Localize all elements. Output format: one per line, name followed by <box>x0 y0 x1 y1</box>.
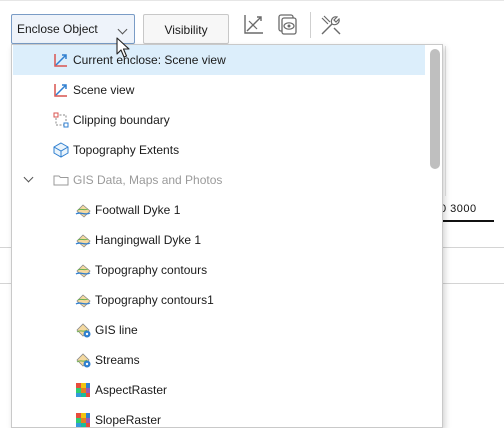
menu-item-label: Topography contours1 <box>95 293 214 307</box>
settings-tools-icon[interactable] <box>318 12 344 41</box>
clipping-boundary-icon <box>53 112 69 128</box>
view-filter-icon[interactable] <box>274 12 300 41</box>
gis-lines-icon <box>75 292 91 308</box>
menu-item-topography-extents[interactable]: Topography Extents <box>13 135 425 165</box>
menu-item-aspect-raster[interactable]: AspectRaster <box>13 375 425 405</box>
folder-icon <box>53 172 69 188</box>
visibility-label: Visibility <box>164 23 208 37</box>
topography-cube-icon <box>53 142 69 158</box>
menu-item-label: Scene view <box>73 83 135 97</box>
gis-lines-icon <box>75 232 91 248</box>
menu-item-current-enclose[interactable]: Current enclose: Scene view <box>13 45 425 75</box>
enclose-arrow-icon <box>53 52 69 68</box>
enclose-arrow-icon <box>53 82 69 98</box>
menu-item-label: Current enclose: Scene view <box>73 53 226 67</box>
chevron-down-icon[interactable] <box>23 172 34 183</box>
menu-item-topography-contours1[interactable]: Topography contours1 <box>13 285 425 315</box>
menu-item-gis-data-folder[interactable]: GIS Data, Maps and Photos <box>13 165 425 195</box>
enclose-object-label: Enclose Object <box>17 22 98 36</box>
menu-item-footwall-dyke-1[interactable]: Footwall Dyke 1 <box>13 195 425 225</box>
menu-item-topography-contours[interactable]: Topography contours <box>13 255 425 285</box>
menu-item-label: Topography Extents <box>73 143 180 157</box>
menu-item-label: AspectRaster <box>95 383 168 397</box>
menu-item-label: Streams <box>95 353 140 367</box>
menu-item-label: SlopeRaster <box>95 413 162 427</box>
scale-bar-label: 0 3000 <box>440 203 477 215</box>
menu-item-slope-raster[interactable]: SlopeRaster <box>13 405 425 427</box>
menu-item-label: Footwall Dyke 1 <box>95 203 181 217</box>
menu-item-hangingwall-dyke-1[interactable]: Hangingwall Dyke 1 <box>13 225 425 255</box>
menu-item-label: Topography contours <box>95 263 208 277</box>
menu-item-label: GIS line <box>95 323 138 337</box>
toolbar-separator <box>310 12 311 38</box>
gis-line-icon <box>75 352 91 368</box>
axes-tool-icon[interactable] <box>240 12 266 41</box>
toolbar-top-rule <box>0 0 504 1</box>
enclose-object-menu: Current enclose: Scene view Scene view C… <box>11 44 443 428</box>
menu-item-gis-line[interactable]: GIS line <box>13 315 425 345</box>
menu-item-label: Clipping boundary <box>73 113 170 127</box>
gis-lines-icon <box>75 262 91 278</box>
mouse-cursor-icon <box>116 37 130 62</box>
scale-bar <box>440 220 494 222</box>
raster-icon <box>75 412 91 427</box>
gis-lines-icon <box>75 202 91 218</box>
menu-item-clipping-boundary[interactable]: Clipping boundary <box>13 105 425 135</box>
menu-item-label: Hangingwall Dyke 1 <box>95 233 202 247</box>
toolbar: Enclose Object Visibility <box>0 0 504 46</box>
visibility-button[interactable]: Visibility <box>143 14 229 44</box>
menu-item-streams[interactable]: Streams <box>13 345 425 375</box>
gis-line-icon <box>75 322 91 338</box>
viewport-edge <box>445 46 446 196</box>
scrollbar-thumb[interactable] <box>430 49 440 169</box>
chevron-down-icon <box>117 24 128 35</box>
menu-item-scene-view[interactable]: Scene view <box>13 75 425 105</box>
raster-icon <box>75 382 91 398</box>
menu-item-label: GIS Data, Maps and Photos <box>73 173 223 187</box>
